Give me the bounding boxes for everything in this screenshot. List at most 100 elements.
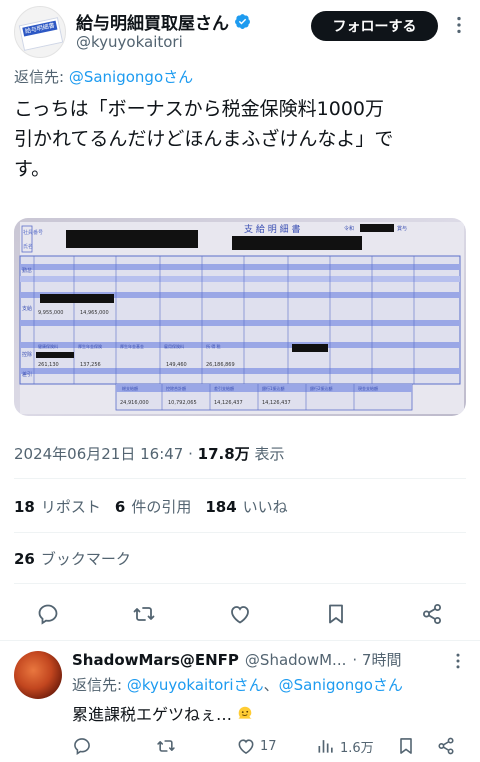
share-icon [423,604,441,624]
reply-views-button[interactable]: 1.6万 [316,735,374,757]
payslip-total-header: 差引支給額 [214,385,234,391]
payslip-title: 支 給 明 細 書 [244,223,300,235]
tweet-photo[interactable]: 社員番号 氏名 支 給 明 細 書 令和 賞与 勤怠 支給 控除 差引 9,95… [14,218,466,416]
bookmark-icon [329,604,343,624]
like-button[interactable] [226,600,254,628]
quotes-stat[interactable]: 6 件の引用 [115,498,191,516]
like-icon [238,739,254,755]
reply-time[interactable]: · 7時間 [352,649,401,670]
payslip-ded-value: 261,130 [38,362,59,368]
bookmark-icon [400,738,412,754]
meta-dot: · [183,445,198,463]
reply-reply-button[interactable] [72,735,92,757]
follow-button[interactable]: フォローする [311,11,438,41]
payslip-ded-header: 健康保険料 [38,343,58,349]
payslip-left-label: 氏名 [23,243,33,250]
payslip-total-header: 銀行1振込額 [262,385,285,391]
likes-count: 184 [205,498,237,516]
avatar-text: 給与明細書 [22,20,58,37]
reply-icon [38,604,58,625]
quotes-count: 6 [114,498,126,516]
author-avatar[interactable]: 給与明細書 [14,6,66,58]
views-icon [318,740,333,753]
reply-reply-to-line: 返信先: @kyuyokaitoriさん、@Sanigongoさん [72,674,403,695]
reply-views-count: 1.6万 [340,740,374,756]
payslip-image: 社員番号 氏名 支 給 明 細 書 令和 賞与 勤怠 支給 控除 差引 9,95… [14,218,466,416]
tweet-text-line: す。 [14,158,51,180]
bookmarks-stat[interactable]: 26 ブックマーク [14,548,131,569]
author-display-name[interactable]: 給与明細買取屋さん [76,9,229,34]
reply-author-avatar[interactable] [14,651,62,699]
tweet-text: こっちは「ボーナスから税金保険料1000万 引かれてるんだけどほんまふざけんなよ… [14,94,466,184]
payslip-ded-value: 149,460 [166,362,187,368]
tweet-header: 給与明細書 給与明細買取屋さん @kyuyokaitori フォローする [0,0,480,62]
views-count: 17.8万 [197,445,250,463]
reply-separator: 、 [263,676,279,694]
verified-badge-icon [235,14,250,29]
payslip-row-label: 勤怠 [22,267,32,274]
reply-like-count: 17 [260,738,277,754]
payslip-ded-value: 137,256 [80,362,101,368]
reply-icon [74,738,90,755]
reply-target-link[interactable]: @kyuyokaitoriさん [127,676,264,694]
divider [14,532,466,533]
reply-more-icon[interactable] [448,651,468,671]
payslip-ded-value: 26,186,869 [206,362,235,368]
reply-bookmark-button[interactable] [396,735,416,757]
melting-face-emoji [238,706,252,719]
payslip-total-header: 総支給額 [122,385,138,391]
reply-share-button[interactable] [436,735,456,757]
likes-label: いいね [242,498,288,516]
payslip-left-label: 社員番号 [23,229,43,236]
more-icon[interactable] [448,14,470,36]
views-label: 表示 [249,445,285,463]
payslip-row-label: 差引 [22,371,32,378]
bookmarks-label: ブックマーク [40,550,131,568]
reply-retweet-button[interactable] [156,735,176,757]
reply-prefix: 返信先: [72,676,127,694]
reply-tweet[interactable]: ShadowMars@ENFP @ShadowM... · 7時間 返信先: @… [0,641,480,762]
payslip-total-header: 銀行2振込額 [310,385,333,391]
payslip-total-header: 現金支給額 [358,385,378,391]
author-handle[interactable]: @kyuyokaitori [76,33,183,51]
retweet-icon [133,607,155,621]
like-icon [231,606,249,624]
reply-prefix: 返信先: [14,68,69,86]
payslip-amount: 9,955,000 [38,310,63,316]
reply-target-link[interactable]: @Sanigongoさん [279,676,403,694]
reply-target-link[interactable]: @Sanigongoさん [69,68,193,86]
payslip-total-value: 10,792,065 [168,400,197,406]
bookmark-button[interactable] [322,600,350,628]
payslip-row-label: 支給 [22,305,32,312]
quotes-label: 件の引用 [131,498,192,516]
reposts-stat[interactable]: 18 リポスト [14,498,101,516]
reply-action-bar: 17 1.6万 [72,735,468,759]
retweet-icon [157,740,175,752]
reply-button[interactable] [34,600,62,628]
payslip-corner-label2: 賞与 [397,225,407,232]
reply-text: 累進課税エゲツねぇ… [72,705,233,724]
likes-stat[interactable]: 184 いいね [205,498,287,516]
tweet-meta: 2024年06月21日 16:47 · 17.8万 表示 [14,443,284,464]
reply-text-block: 累進課税エゲツねぇ… [72,701,254,725]
tweet-action-bar [0,596,480,632]
payslip-total-value: 14,126,437 [214,400,243,406]
reply-author-name[interactable]: ShadowMars@ENFP [72,651,239,669]
reposts-label: リポスト [40,498,101,516]
tweet-text-line: 引かれてるんだけどほんまふざけんなよ」で [14,128,394,150]
payslip-ded-header: 厚生年金基金 [120,343,144,349]
reposts-count: 18 [14,498,35,516]
tweet-text-line: こっちは「ボーナスから税金保険料1000万 [14,98,385,120]
reply-like-button[interactable]: 17 [236,735,277,757]
payslip-row-label: 控除 [22,351,32,358]
bookmarks-count: 26 [14,550,35,568]
payslip-ded-header: 厚生年金保険 [78,343,102,349]
tweet-timestamp[interactable]: 2024年06月21日 16:47 [14,445,183,463]
engagement-stats: 18 リポスト 6 件の引用 184 いいね [14,496,288,517]
payslip-amount: 14,965,000 [80,310,109,316]
retweet-button[interactable] [130,600,158,628]
reply-author-handle[interactable]: @ShadowM... [245,651,346,669]
payslip-total-value: 14,126,437 [262,400,291,406]
share-button[interactable] [418,600,446,628]
payslip-corner-label: 令和 [344,225,354,232]
